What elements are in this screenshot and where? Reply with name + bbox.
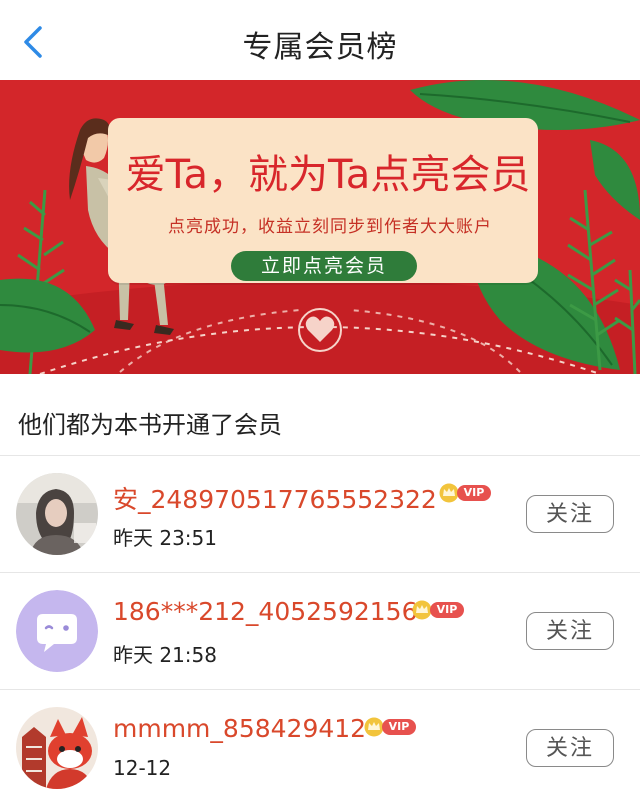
- member-name[interactable]: 186***212_4052592156: [113, 597, 418, 626]
- banner-headline: 爱Ta，就为Ta点亮会员: [125, 152, 531, 198]
- photo-avatar-icon: [16, 473, 98, 555]
- follow-button[interactable]: 关注: [526, 729, 614, 767]
- vip-label: VIP: [430, 602, 464, 618]
- follow-button[interactable]: 关注: [526, 495, 614, 533]
- follow-button[interactable]: 关注: [526, 612, 614, 650]
- nav-bar: 专属会员榜: [0, 0, 640, 81]
- avatar[interactable]: [16, 473, 98, 555]
- member-name[interactable]: mmmm_858429412: [113, 714, 366, 743]
- vip-label: VIP: [382, 719, 416, 735]
- vip-label: VIP: [457, 485, 491, 501]
- list-item[interactable]: 安_248970517765552322 VIP 昨天 23:51 关注: [0, 456, 640, 572]
- list-item[interactable]: 186***212_4052592156 VIP 昨天 21:58 关注: [0, 573, 640, 689]
- activate-membership-button[interactable]: 立即点亮会员: [231, 251, 417, 281]
- avatar[interactable]: [16, 707, 98, 789]
- cartoon-fox-avatar-icon: [16, 707, 98, 789]
- section-title: 他们都为本书开通了会员: [18, 411, 282, 439]
- member-name[interactable]: 安_248970517765552322: [113, 480, 437, 516]
- member-time: 12-12: [113, 756, 172, 780]
- list-item[interactable]: mmmm_858429412 VIP 12-12 关注: [0, 690, 640, 806]
- default-avatar-icon: [16, 590, 98, 672]
- banner-subtitle: 点亮成功，收益立刻同步到作者大大账户: [168, 217, 492, 237]
- member-time: 昨天 23:51: [113, 526, 217, 550]
- promo-banner[interactable]: 爱Ta，就为Ta点亮会员 点亮成功，收益立刻同步到作者大大账户 立即点亮会员: [0, 80, 640, 374]
- page-title: 专属会员榜: [242, 30, 398, 65]
- member-time: 昨天 21:58: [113, 643, 217, 667]
- avatar[interactable]: [16, 590, 98, 672]
